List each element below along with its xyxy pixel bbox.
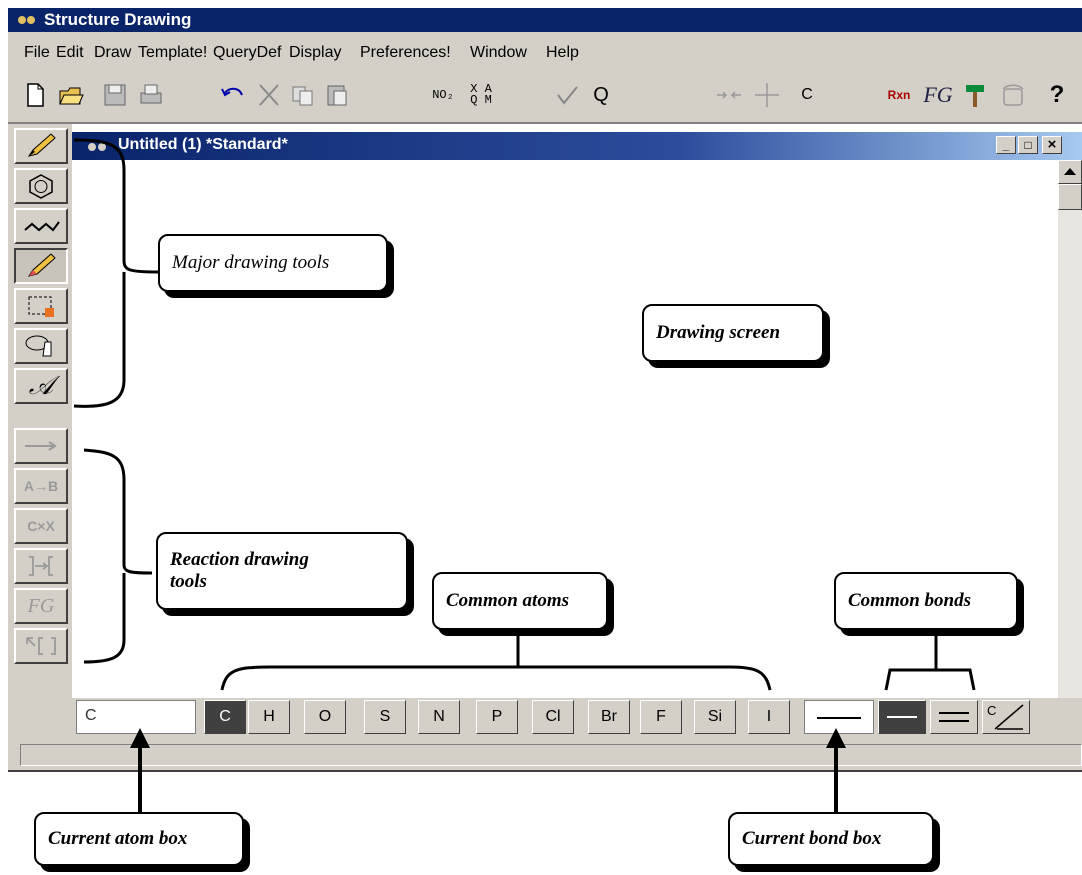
- callout-major-tools: Major drawing tools: [158, 234, 388, 292]
- callout-reaction-tools-line1: Reaction drawing: [170, 549, 309, 570]
- callout-common-atoms: Common atoms: [432, 572, 608, 630]
- callout-drawing-screen: Drawing screen: [642, 304, 824, 362]
- callout-current-atom: Current atom box: [34, 812, 244, 866]
- callout-reaction-tools-line2: tools: [170, 571, 207, 592]
- callout-current-bond: Current bond box: [728, 812, 934, 866]
- annotation-lines: [73, 138, 976, 822]
- callout-common-bonds: Common bonds: [834, 572, 1018, 630]
- callout-reaction-tools: Reaction drawing tools: [156, 532, 408, 610]
